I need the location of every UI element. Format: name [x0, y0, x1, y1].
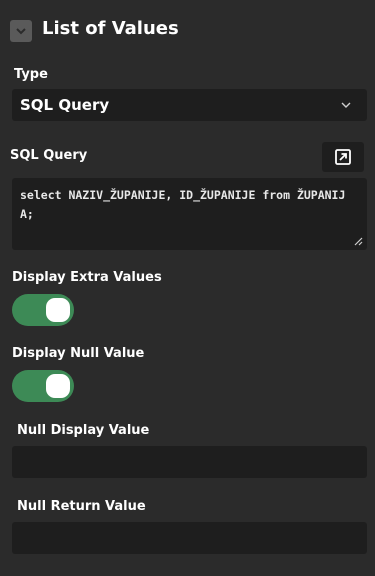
null-display-value-input[interactable] [12, 446, 367, 478]
display-null-value-toggle[interactable] [12, 370, 74, 402]
null-display-value-label: Null Display Value [17, 423, 150, 438]
list-of-values-panel: List of Values Type SQL Query SQL Query … [0, 0, 375, 576]
expand-icon [335, 149, 351, 165]
chevron-down-icon [341, 102, 351, 108]
null-return-value-input[interactable] [12, 522, 367, 554]
sql-query-editor[interactable]: select NAZIV_ŽUPANIJE, ID_ŽUPANIJE from … [12, 178, 367, 250]
type-select-value: SQL Query [20, 96, 110, 114]
resize-handle-icon[interactable] [353, 236, 363, 246]
toggle-knob [46, 298, 70, 322]
toggle-knob [46, 374, 70, 398]
sql-query-text[interactable]: select NAZIV_ŽUPANIJE, ID_ŽUPANIJE from … [20, 186, 359, 224]
display-extra-values-label: Display Extra Values [12, 270, 162, 285]
display-null-value-label: Display Null Value [12, 346, 145, 361]
null-return-value-label: Null Return Value [17, 499, 146, 514]
type-label: Type [14, 67, 48, 82]
chevron-down-icon [16, 28, 26, 35]
display-extra-values-toggle[interactable] [12, 294, 74, 326]
expand-editor-button[interactable] [322, 142, 364, 172]
collapse-toggle-button[interactable] [10, 20, 32, 42]
section-title: List of Values [42, 18, 179, 39]
type-select[interactable]: SQL Query [12, 89, 367, 121]
section-header: List of Values [0, 0, 375, 56]
sql-query-label: SQL Query [10, 148, 88, 163]
